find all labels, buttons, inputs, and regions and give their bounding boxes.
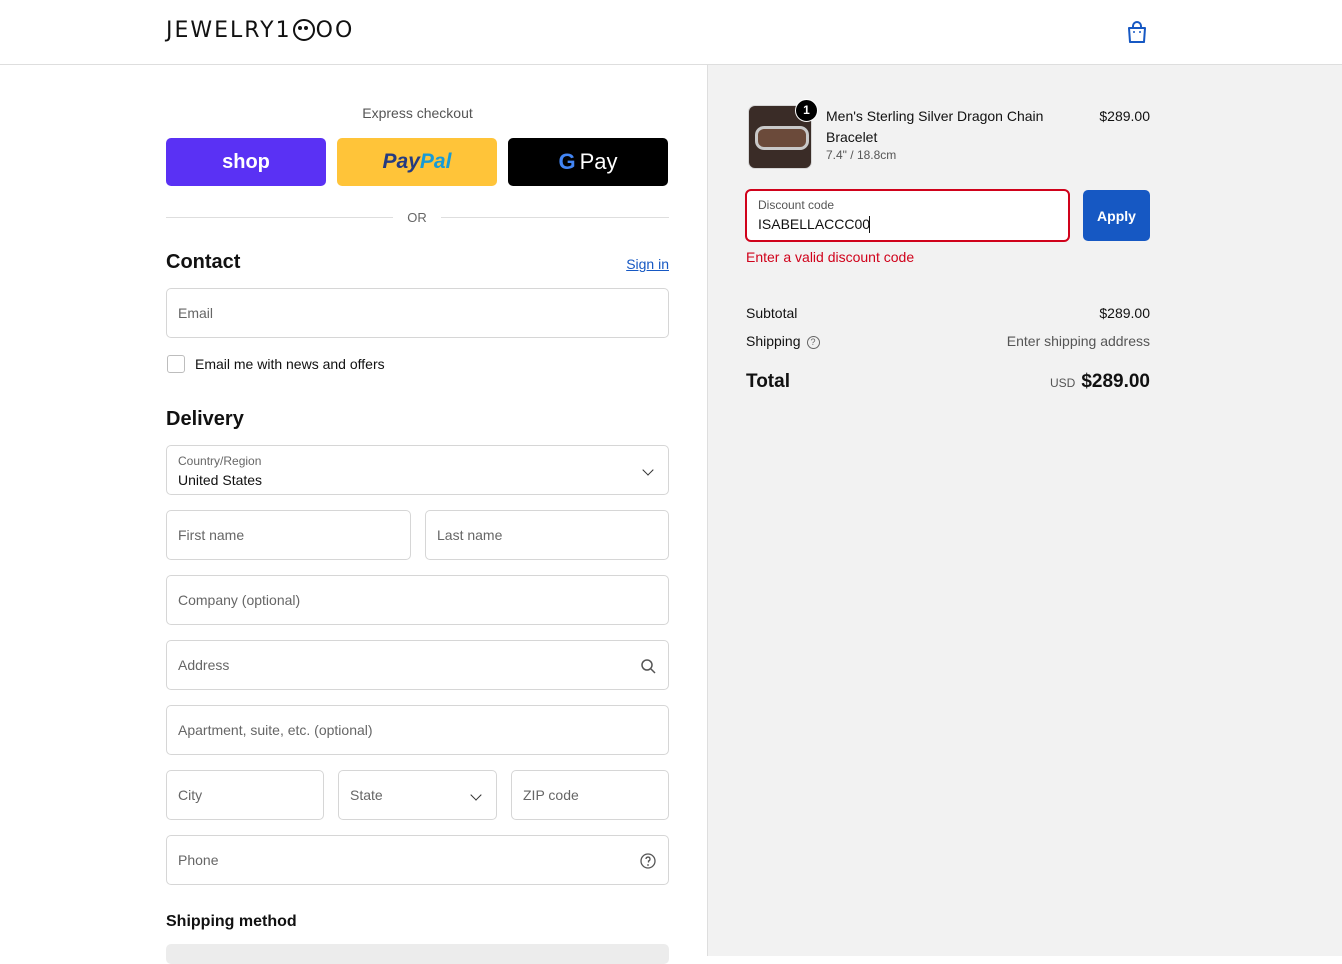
zip-placeholder: ZIP code (523, 787, 579, 803)
google-g-icon: G (558, 149, 576, 174)
currency-code: USD (1049, 376, 1076, 390)
contact-heading: Contact (166, 251, 241, 273)
header: JEWELRY1 OO (0, 0, 1342, 65)
shop-pay-button[interactable]: shop (166, 138, 326, 186)
apply-label: Apply (1097, 207, 1136, 224)
discount-code-label: Discount code (758, 198, 835, 212)
state-select[interactable]: State (338, 770, 497, 820)
email-placeholder: Email (178, 305, 214, 321)
first-name-placeholder: First name (178, 527, 245, 543)
newsletter-checkbox[interactable] (167, 355, 185, 373)
city-field[interactable]: City (166, 770, 324, 820)
city-placeholder: City (178, 787, 203, 803)
logo-text-right: OO (315, 18, 355, 43)
search-icon[interactable] (640, 658, 656, 674)
delivery-heading: Delivery (166, 408, 244, 430)
first-name-field[interactable]: First name (166, 510, 411, 560)
shipping-method-placeholder (166, 944, 669, 964)
help-circle-icon[interactable] (640, 853, 656, 869)
subtotal-label: Subtotal (746, 305, 798, 321)
total-row: USD $289.00 (950, 371, 1150, 393)
address-placeholder: Address (178, 657, 230, 673)
paypal-label-part1: Pay (382, 150, 420, 173)
sign-in-link[interactable]: Sign in (590, 256, 669, 272)
phone-placeholder: Phone (178, 852, 219, 868)
total-label: Total (746, 371, 790, 392)
discount-error-message: Enter a valid discount code (746, 249, 915, 265)
apply-button[interactable]: Apply (1083, 190, 1150, 241)
shipping-label: Shipping (746, 333, 801, 349)
last-name-placeholder: Last name (437, 527, 503, 543)
email-field[interactable]: Email (166, 288, 669, 338)
shopping-bag-icon[interactable] (1126, 20, 1148, 44)
company-placeholder: Company (optional) (178, 592, 301, 608)
country-label: Country/Region (178, 454, 262, 468)
paypal-label-part2: Pal (419, 150, 452, 173)
shipping-value: Enter shipping address (1006, 333, 1150, 349)
chevron-down-icon (642, 464, 654, 476)
state-placeholder: State (350, 787, 383, 803)
newsletter-label: Email me with news and offers (195, 356, 385, 372)
phone-field[interactable]: Phone (166, 835, 669, 885)
google-pay-button[interactable]: G Pay (508, 138, 668, 186)
express-checkout-label: Express checkout (362, 105, 473, 121)
product-name: Men's Sterling Silver Dragon Chain Brace… (826, 108, 1044, 145)
quantity-badge: 1 (795, 99, 818, 122)
paypal-button[interactable]: Pay Pal (337, 138, 497, 186)
total-value: $289.00 (1081, 371, 1150, 392)
chevron-down-icon (470, 789, 482, 801)
last-name-field[interactable]: Last name (425, 510, 669, 560)
address-field[interactable]: Address (166, 640, 669, 690)
google-pay-label: Pay (579, 149, 618, 174)
brand-logo[interactable]: JEWELRY1 OO (166, 18, 354, 43)
country-value: United States (178, 472, 263, 488)
shop-pay-label: shop (222, 150, 270, 173)
subtotal-value: $289.00 (1099, 305, 1150, 321)
zip-field[interactable]: ZIP code (511, 770, 669, 820)
country-select[interactable]: Country/Region United States (166, 445, 669, 495)
bracelet-image (755, 126, 809, 150)
divider-right (441, 217, 669, 218)
shipping-row: Shipping? (746, 333, 820, 350)
skull-icon (292, 18, 315, 41)
text-cursor (869, 216, 870, 233)
apartment-field[interactable]: Apartment, suite, etc. (optional) (166, 705, 669, 755)
logo-text-left: JEWELRY1 (166, 18, 292, 43)
or-divider-text: OR (407, 210, 427, 225)
shipping-method-heading: Shipping method (166, 913, 297, 930)
product-price: $289.00 (1099, 108, 1150, 124)
product-variant: 7.4" / 18.8cm (826, 148, 897, 162)
help-circle-icon[interactable]: ? (806, 336, 820, 349)
discount-code-value: ISABELLACCC00 (758, 216, 871, 232)
company-field[interactable]: Company (optional) (166, 575, 669, 625)
discount-code-field[interactable]: Discount code ISABELLACCC00 (745, 189, 1070, 242)
apartment-placeholder: Apartment, suite, etc. (optional) (178, 722, 373, 738)
divider-left (166, 217, 393, 218)
